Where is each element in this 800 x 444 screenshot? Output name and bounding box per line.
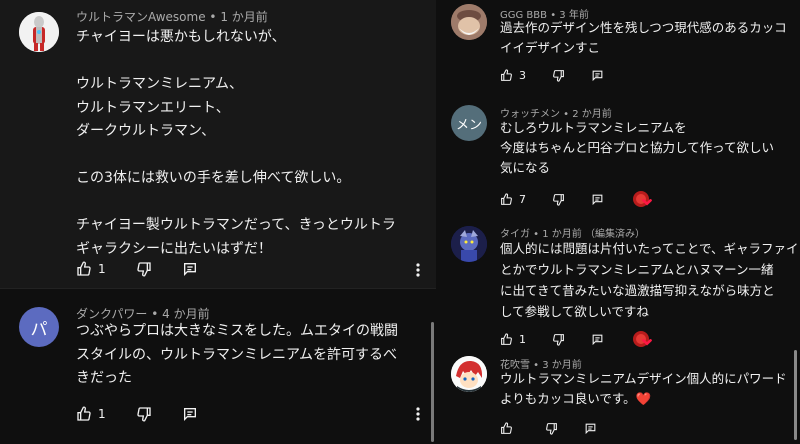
- right-comments-panel: GGG BBB • 3 年前 過去作のデザイン性を残しつつ現代感のあるカッコ イ…: [436, 0, 800, 444]
- reply-icon: [182, 261, 198, 277]
- avatar-letter: メン: [455, 117, 482, 133]
- comment-meta: ウルトラマンAwesome • 1 か月前: [76, 10, 268, 24]
- comment-text: 過去作のデザイン性を残しつつ現代感のあるカッコ イイデザインすこ: [500, 20, 787, 55]
- comment-thread: メン ウォッチメン • 2 か月前 むしろウルトラマンミレニアムを 今度はちゃん…: [436, 100, 800, 212]
- ultraman-avatar-icon: [19, 12, 59, 52]
- comment-text: むしろウルトラマンミレニアムを 今度はちゃんと円谷プロと協力して作って欲しい 気…: [500, 120, 775, 175]
- reply-icon: [591, 193, 604, 206]
- face-avatar-icon: [451, 4, 487, 40]
- dislike-button[interactable]: [552, 69, 565, 82]
- author-name[interactable]: ダンクパワー: [76, 307, 147, 321]
- like-count: 7: [519, 192, 526, 206]
- like-count: 1: [519, 332, 526, 346]
- comment-thread: ウルトラマンAwesome • 1 か月前 チャイヨーは悪かもしれないが、 ウル…: [0, 0, 436, 288]
- comment-thread: パ ダンクパワー • 4 か月前 つぶやらプロは大きなミスをした。ムエタイの戦闘…: [0, 288, 436, 444]
- dislike-button[interactable]: [136, 406, 152, 422]
- thumbs-up-icon: [500, 69, 513, 82]
- dislike-button[interactable]: [552, 333, 565, 346]
- comment-text: チャイヨーは悪かもしれないが、 ウルトラマンミレニアム、 ウルトラマンエリート、…: [76, 29, 396, 257]
- thumbs-down-icon: [136, 261, 152, 277]
- like-count: 1: [98, 407, 106, 421]
- comment-thread: 花吹雪 • 3 か月前 ウルトラマンミレニアムデザイン個人的にパワード よりもカ…: [436, 354, 800, 444]
- more-options-icon[interactable]: [414, 262, 422, 282]
- author-name[interactable]: ウルトラマンAwesome: [76, 10, 206, 24]
- like-button[interactable]: 1: [76, 261, 106, 277]
- reply-button[interactable]: [182, 261, 198, 277]
- like-button[interactable]: [500, 422, 513, 435]
- scrollbar[interactable]: [794, 350, 797, 440]
- comment-actions: [500, 422, 597, 435]
- left-comments-panel: ウルトラマンAwesome • 1 か月前 チャイヨーは悪かもしれないが、 ウル…: [0, 0, 436, 444]
- creator-heart-icon[interactable]: [632, 190, 652, 208]
- like-count: 3: [519, 69, 526, 82]
- avatar[interactable]: [451, 226, 487, 262]
- scrollbar[interactable]: [431, 322, 434, 442]
- comment-actions: 7: [500, 190, 652, 208]
- comment-actions: 1: [76, 261, 198, 277]
- thumbs-up-icon: [500, 422, 513, 435]
- avatar[interactable]: [451, 356, 487, 392]
- dislike-button[interactable]: [136, 261, 152, 277]
- thumbs-down-icon: [552, 333, 565, 346]
- comment-time[interactable]: 4 か月前: [162, 307, 209, 321]
- more-options-icon[interactable]: [414, 406, 422, 426]
- reply-button[interactable]: [591, 333, 604, 346]
- comment-text: ウルトラマンミレニアムデザイン個人的にパワード よりもカッコ良いです。❤️: [500, 371, 787, 406]
- like-button[interactable]: 3: [500, 69, 526, 82]
- thumbs-down-icon: [545, 422, 558, 435]
- reply-button[interactable]: [591, 69, 604, 82]
- comment-actions: 3: [500, 69, 604, 82]
- reply-button[interactable]: [591, 193, 604, 206]
- like-button[interactable]: 7: [500, 193, 526, 206]
- like-button[interactable]: 1: [76, 406, 106, 422]
- thumbs-up-icon: [76, 261, 92, 277]
- reply-button[interactable]: [182, 406, 198, 422]
- thumbs-down-icon: [136, 406, 152, 422]
- thumbs-down-icon: [552, 69, 565, 82]
- anime-avatar-icon: [451, 356, 487, 392]
- avatar[interactable]: [451, 4, 487, 40]
- avatar[interactable]: [19, 12, 59, 52]
- thumbs-up-icon: [76, 406, 92, 422]
- comment-actions: 1: [500, 330, 652, 348]
- dislike-button[interactable]: [545, 422, 558, 435]
- comment-actions: 1: [76, 406, 198, 422]
- comment-thread: タイガ • 1 か月前 （編集済み） 個人的には問題は片付いたってことで、ギャラ…: [436, 222, 800, 354]
- like-button[interactable]: 1: [500, 333, 526, 346]
- comment-text: 個人的には問題は片付いたってことで、ギャラファイ とかでウルトラマンミレニアムと…: [500, 241, 799, 319]
- thumbs-up-icon: [500, 332, 513, 346]
- thumbs-down-icon: [552, 193, 565, 206]
- reply-icon: [182, 406, 198, 422]
- reply-button[interactable]: [584, 422, 597, 435]
- avatar[interactable]: メン: [451, 105, 487, 141]
- character-avatar-icon: [451, 226, 487, 262]
- thumbs-up-icon: [500, 192, 513, 206]
- comment-thread: GGG BBB • 3 年前 過去作のデザイン性を残しつつ現代感のあるカッコ イ…: [436, 0, 800, 100]
- avatar[interactable]: パ: [19, 307, 59, 347]
- creator-heart-icon[interactable]: [632, 330, 652, 348]
- reply-icon: [591, 333, 604, 346]
- dislike-button[interactable]: [552, 193, 565, 206]
- reply-icon: [584, 422, 597, 435]
- like-count: 1: [98, 262, 106, 276]
- comment-text: つぶやらプロは大きなミスをした。ムエタイの戦闘 スタイルの、ウルトラマンミレニア…: [76, 323, 398, 386]
- comment-time[interactable]: 1 か月前: [220, 10, 267, 24]
- avatar-letter: パ: [30, 319, 48, 340]
- reply-icon: [591, 69, 604, 82]
